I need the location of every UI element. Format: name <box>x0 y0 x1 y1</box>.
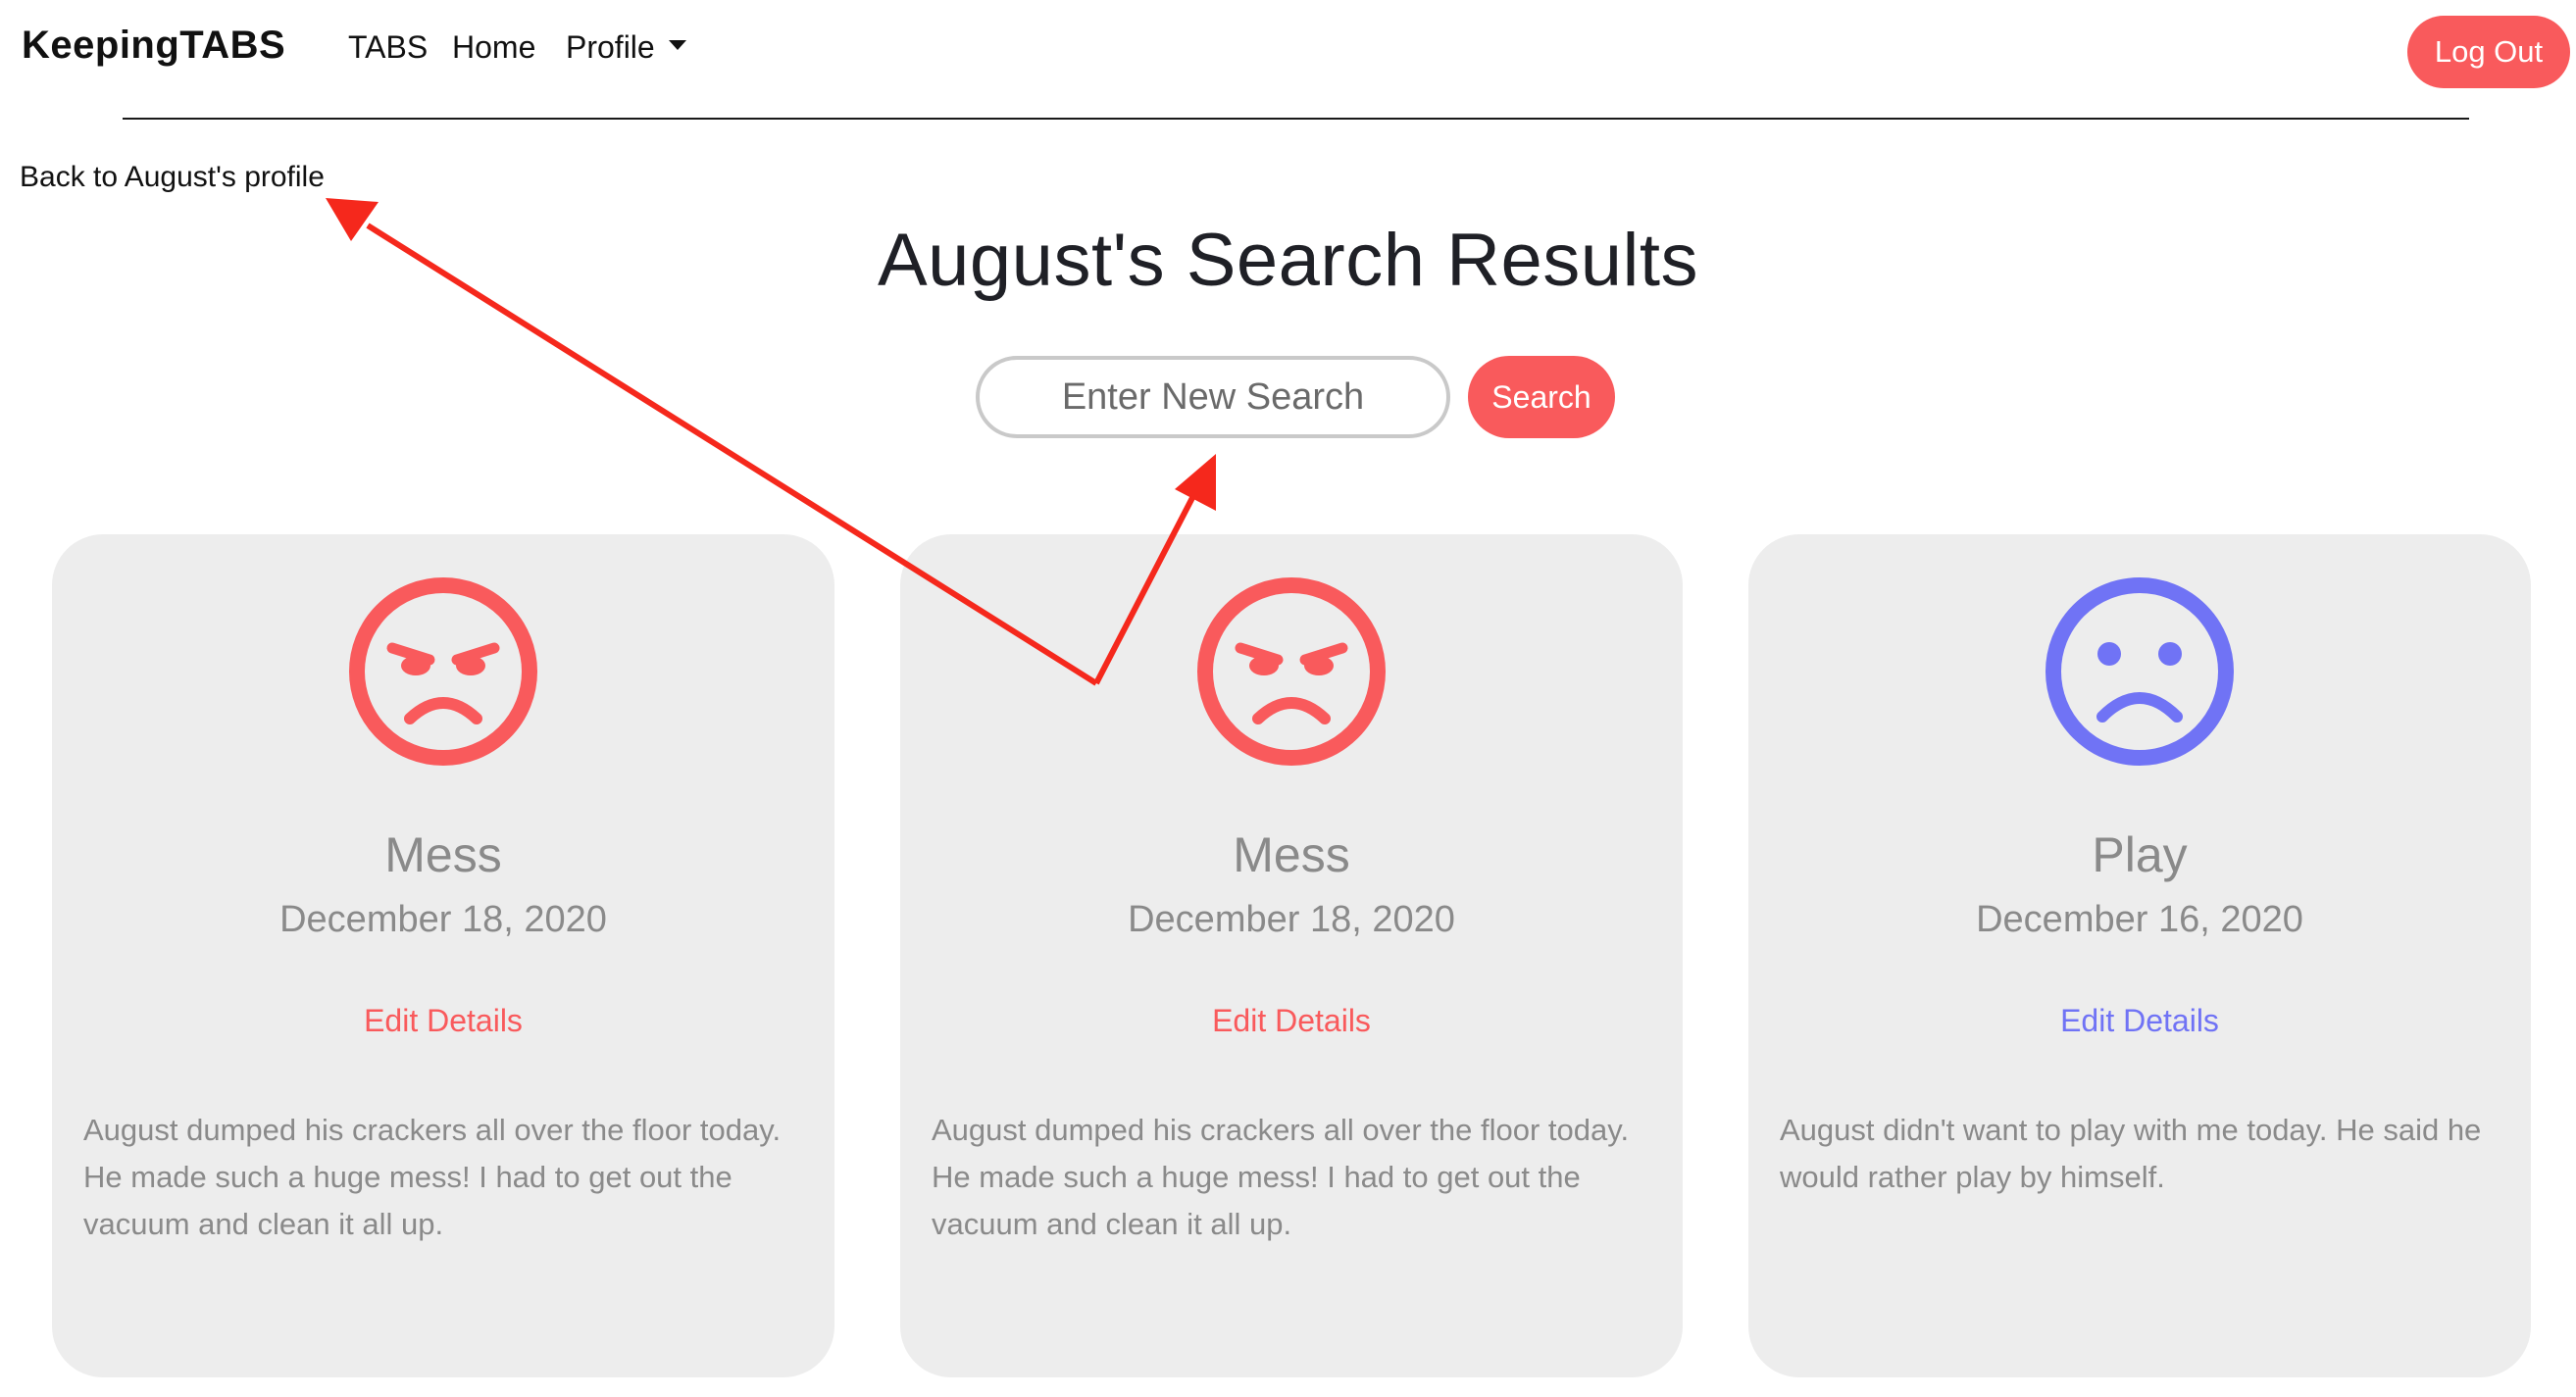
edit-details-link[interactable]: Edit Details <box>1748 1003 2531 1039</box>
arrowhead-to-search-icon <box>1175 454 1216 511</box>
entry-date: December 18, 2020 <box>1128 899 1455 940</box>
entry-card: Play December 16, 2020 Edit Details Augu… <box>1748 534 2531 1377</box>
caret-down-icon <box>668 39 686 50</box>
navbar: KeepingTABS TABS Home Profile Log Out <box>0 0 2576 120</box>
angry-face-icon <box>1197 577 1386 766</box>
nav-link-home[interactable]: Home <box>452 29 535 66</box>
entry-description: August dumped his crackers all over the … <box>83 1113 782 1241</box>
logout-button[interactable]: Log Out <box>2407 16 2570 88</box>
back-to-profile-link[interactable]: Back to August's profile <box>20 161 325 194</box>
entry-description: August dumped his crackers all over the … <box>932 1113 1630 1241</box>
nav-link-tabs[interactable]: TABS <box>348 29 428 66</box>
entry-date: December 16, 2020 <box>1976 899 2303 940</box>
sad-face-icon <box>2046 577 2234 766</box>
edit-details-link[interactable]: Edit Details <box>900 1003 1683 1039</box>
entry-card: Mess December 18, 2020 Edit Details Augu… <box>900 534 1683 1377</box>
entry-title: Mess <box>384 827 502 882</box>
edit-details-link[interactable]: Edit Details <box>52 1003 834 1039</box>
brand-logo[interactable]: KeepingTABS <box>22 24 285 68</box>
entry-title: Play <box>2092 827 2188 882</box>
entry-date: December 18, 2020 <box>279 899 607 940</box>
angry-face-icon <box>349 577 537 766</box>
entry-card: Mess December 18, 2020 Edit Details Augu… <box>52 534 834 1377</box>
entry-description: August didn't want to play with me today… <box>1780 1113 2482 1194</box>
nav-profile-label: Profile <box>566 29 655 65</box>
nav-divider <box>123 118 2469 120</box>
search-input[interactable] <box>976 356 1450 438</box>
search-button[interactable]: Search <box>1468 356 1615 438</box>
entry-title: Mess <box>1233 827 1350 882</box>
page-title: August's Search Results <box>877 219 1699 302</box>
nav-profile-dropdown[interactable]: Profile <box>566 29 686 66</box>
